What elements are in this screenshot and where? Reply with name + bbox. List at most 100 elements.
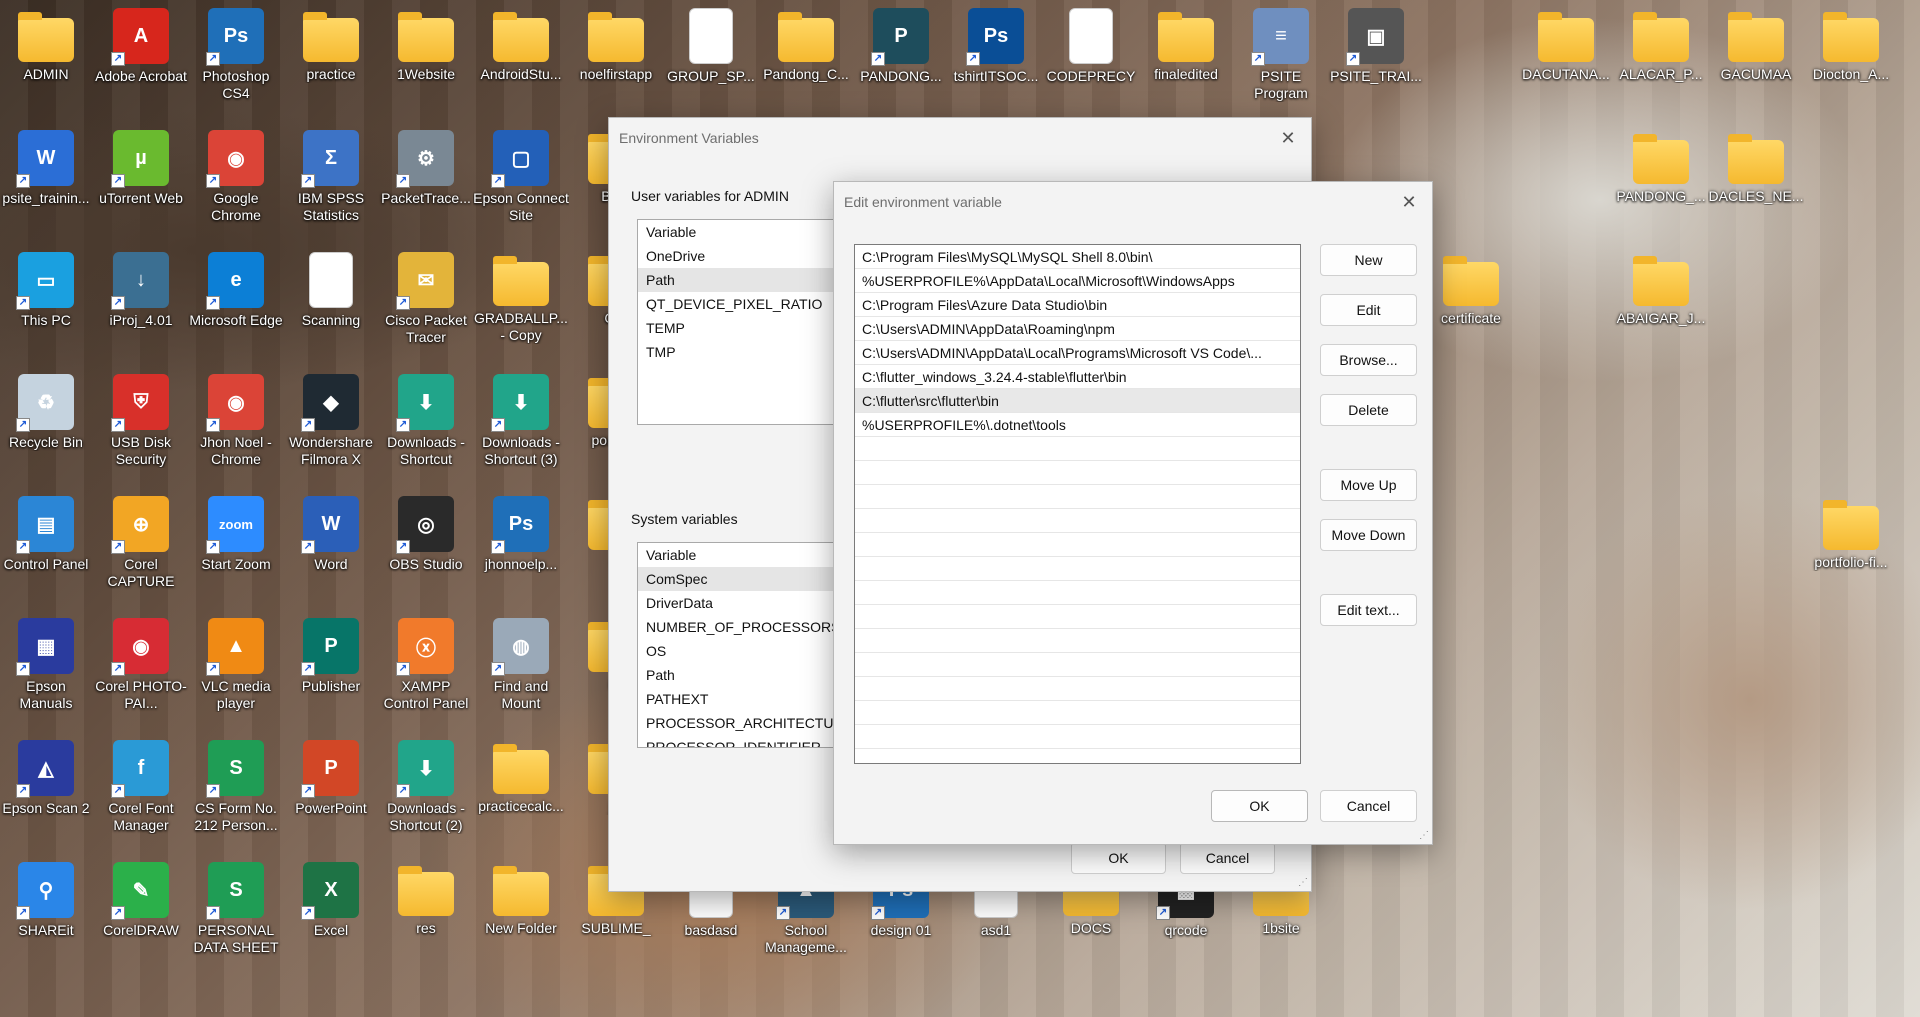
edit-text-button[interactable]: Edit text... [1320,594,1417,626]
user-variable-row[interactable]: OneDrive [638,244,836,268]
desktop-icon[interactable]: portfolio-fi... [1805,488,1897,596]
desktop-icon[interactable]: ⬇ ↗ Downloads - Shortcut [380,366,472,474]
desktop-icon[interactable]: P ↗ Publisher [285,610,377,718]
desktop-icon[interactable]: X ↗ Excel [285,854,377,962]
empty-path-row[interactable] [855,725,1300,749]
desktop-icon[interactable]: S ↗ CS Form No. 212 Person... [190,732,282,840]
dialog-ok-button[interactable]: OK [1211,790,1308,822]
resize-grip-icon[interactable]: ⋰ [1298,877,1308,888]
empty-path-row[interactable] [855,653,1300,677]
user-variables-list[interactable]: Variable OneDrive Path QT_DEVICE_PIXEL_RAT… [637,219,837,425]
move-down-button[interactable]: Move Down [1320,519,1417,551]
desktop-icon[interactable]: e ↗ Microsoft Edge [189,244,283,352]
column-header-variable[interactable]: Variable [638,543,836,567]
desktop-icon[interactable]: res [380,854,472,962]
desktop-icon[interactable]: zoom ↗ Start Zoom [190,488,282,596]
resize-grip-icon[interactable]: ⋰ [1419,830,1429,841]
system-variable-row[interactable]: NUMBER_OF_PROCESSORS [638,615,836,639]
desktop-icon[interactable]: practice [285,0,377,108]
empty-path-row[interactable] [855,581,1300,605]
desktop-icon[interactable]: f ↗ Corel Font Manager [95,732,187,840]
desktop-icon[interactable]: ▣ ↗ PSITE_TRAI... [1330,0,1422,108]
path-entry[interactable]: C:\Users\ADMIN\AppData\Local\Programs\Mi… [855,341,1300,365]
user-variable-row[interactable]: TEMP [638,316,836,340]
desktop-icon[interactable]: P ↗ PowerPoint [285,732,377,840]
env-cancel-button[interactable]: Cancel [1180,842,1275,874]
desktop-icon[interactable]: ◆ ↗ Wondershare Filmora X [285,366,377,474]
empty-path-row[interactable] [855,509,1300,533]
desktop-icon[interactable]: W ↗ Word [285,488,377,596]
dialog-cancel-button[interactable]: Cancel [1320,790,1417,822]
desktop-icon[interactable]: ADMIN [0,0,92,108]
desktop-icon[interactable]: certificate [1425,244,1517,352]
path-entry[interactable]: %USERPROFILE%\.dotnet\tools [855,413,1300,437]
desktop-icon[interactable]: GRADBALLP... - Copy [474,244,568,352]
system-variable-row[interactable]: DriverData [638,591,836,615]
desktop-icon[interactable]: finaledited [1140,0,1232,108]
desktop-icon[interactable]: ♻ ↗ Recycle Bin [0,366,92,474]
desktop-icon[interactable]: GROUP_SP... [665,0,757,108]
desktop-icon[interactable]: ALACAR_P... [1615,0,1707,108]
desktop-icon[interactable]: ◉ ↗ Corel PHOTO-PAI... [95,610,187,718]
edit-button[interactable]: Edit [1320,294,1417,326]
system-variable-row[interactable]: ComSpec [638,567,836,591]
desktop-icon[interactable]: ⛨ ↗ USB Disk Security [95,366,187,474]
empty-path-row[interactable] [855,437,1300,461]
path-entry[interactable]: %USERPROFILE%\AppData\Local\Microsoft\Wi… [855,269,1300,293]
close-icon[interactable]: ✕ [1398,191,1420,213]
desktop-icon[interactable]: ▤ ↗ Control Panel [0,488,92,596]
desktop-icon[interactable]: ABAIGAR_J... [1615,244,1707,352]
desktop-icon[interactable]: practicecalc... [475,732,567,840]
delete-button[interactable]: Delete [1320,394,1417,426]
move-up-button[interactable]: Move Up [1320,469,1417,501]
desktop-icon[interactable]: DACLES_NE... [1709,122,1803,230]
empty-path-row[interactable] [855,605,1300,629]
empty-path-row[interactable] [855,533,1300,557]
empty-path-row[interactable] [855,461,1300,485]
path-list[interactable]: C:\Program Files\MySQL\MySQL Shell 8.0\b… [854,244,1301,764]
system-variable-row[interactable]: PATHEXT [638,687,836,711]
desktop-icon[interactable]: ✉ ↗ Cisco Packet Tracer [380,244,472,352]
path-entry[interactable]: C:\Users\ADMIN\AppData\Roaming\npm [855,317,1300,341]
desktop-icon[interactable]: P ↗ PANDONG... [855,0,947,108]
desktop-icon[interactable]: Ps ↗ jhonnoelp... [475,488,567,596]
desktop-icon[interactable]: ▢ ↗ Epson Connect Site [473,122,569,230]
desktop-icon[interactable]: ◎ ↗ OBS Studio [380,488,472,596]
empty-path-row[interactable] [855,485,1300,509]
desktop-icon[interactable]: Ps ↗ tshirtITSOC... [950,0,1042,108]
desktop-icon[interactable]: µ ↗ uTorrent Web [95,122,187,230]
empty-path-row[interactable] [855,629,1300,653]
system-variable-row[interactable]: OS [638,639,836,663]
path-entry[interactable]: C:\Program Files\MySQL\MySQL Shell 8.0\b… [855,245,1300,269]
desktop-icon[interactable]: DACUTANA... [1520,0,1612,108]
desktop-icon[interactable]: ⬇ ↗ Downloads - Shortcut (3) [475,366,567,474]
desktop-icon[interactable]: A ↗ Adobe Acrobat [95,0,187,108]
desktop-icon[interactable]: ⊕ ↗ Corel CAPTURE [95,488,187,596]
desktop-icon[interactable]: PANDONG_... [1615,122,1707,230]
desktop-icon[interactable]: CODEPRECY [1045,0,1137,108]
desktop-icon[interactable]: ⓧ ↗ XAMPP Control Panel [380,610,472,718]
desktop-icon[interactable]: ⚙ ↗ PacketTrace... [380,122,472,230]
desktop-icon[interactable]: 1Website [380,0,472,108]
desktop-icon[interactable]: Scanning [285,244,377,352]
path-entry[interactable]: C:\flutter_windows_3.24.4-stable\flutter… [855,365,1300,389]
desktop-icon[interactable]: noelfirstapp [570,0,662,108]
empty-path-row[interactable] [855,557,1300,581]
empty-path-row[interactable] [855,701,1300,725]
desktop-icon[interactable]: GACUMAA [1710,0,1802,108]
empty-path-row[interactable] [855,677,1300,701]
column-header-variable[interactable]: Variable [638,220,836,244]
system-variable-row[interactable]: PROCESSOR_IDENTIFIER [638,735,836,747]
desktop-icon[interactable]: ◉ ↗ Jhon Noel - Chrome [190,366,282,474]
desktop-icon[interactable]: W ↗ psite_trainin... [0,122,92,230]
desktop-icon[interactable]: Σ ↗ IBM SPSS Statistics [285,122,377,230]
desktop-icon[interactable]: ≡ ↗ PSITE Program [1235,0,1327,108]
desktop-icon[interactable]: ▭ ↗ This PC [0,244,92,352]
desktop-icon[interactable]: ◉ ↗ Google Chrome [190,122,282,230]
desktop-icon[interactable]: Diocton_A... [1805,0,1897,108]
path-entry[interactable]: C:\Program Files\Azure Data Studio\bin [855,293,1300,317]
desktop-icon[interactable]: AndroidStu... [475,0,567,108]
desktop-icon[interactable]: ↓ ↗ iProj_4.01 [95,244,187,352]
desktop-icon[interactable]: ⬇ ↗ Downloads - Shortcut (2) [380,732,472,840]
user-variable-row[interactable]: QT_DEVICE_PIXEL_RATIO [638,292,836,316]
